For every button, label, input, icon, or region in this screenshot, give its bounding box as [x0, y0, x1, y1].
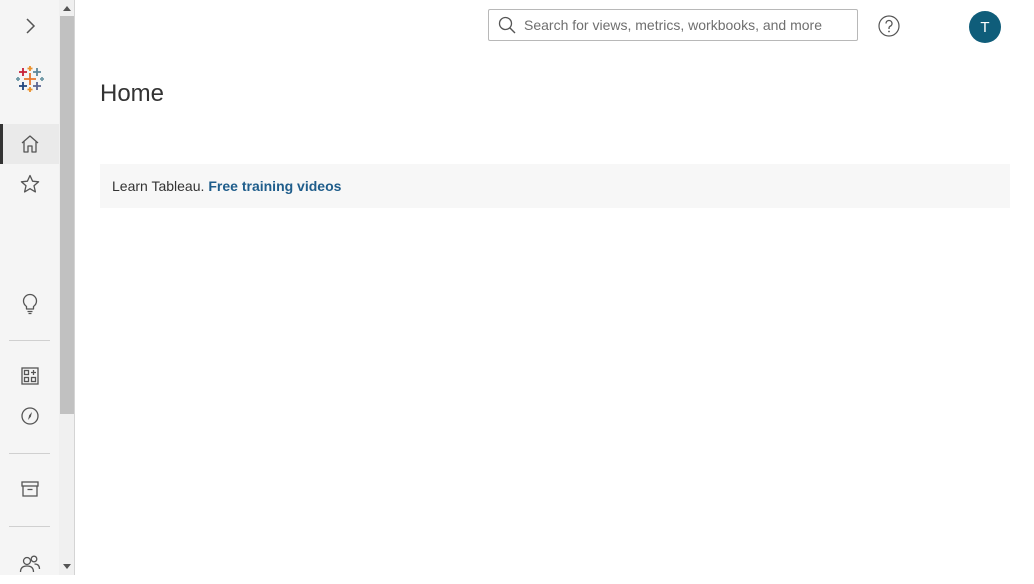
expand-sidebar-button[interactable] [0, 6, 59, 46]
archive-box-icon [20, 481, 39, 497]
sidebar-item-external-assets[interactable] [0, 469, 59, 509]
triangle-down-icon [62, 564, 71, 569]
sidebar-item-users[interactable] [0, 544, 59, 584]
scroll-down-arrow[interactable] [59, 559, 74, 575]
tableau-logo-icon [15, 66, 44, 92]
users-icon [19, 555, 40, 573]
sidebar-divider [9, 340, 50, 341]
sidebar-scrollbar[interactable] [59, 0, 75, 575]
home-icon [21, 135, 38, 153]
compass-icon [20, 407, 39, 425]
user-avatar-button[interactable]: T [969, 11, 1001, 43]
search-input[interactable] [522, 16, 846, 34]
scroll-thumb[interactable] [60, 16, 74, 414]
sidebar-divider [9, 453, 50, 454]
main-content: T Home Learn Tableau. Free training vide… [76, 0, 1034, 575]
tableau-logo[interactable] [0, 59, 59, 99]
search-box[interactable] [488, 9, 858, 41]
sidebar-item-explore[interactable] [0, 396, 59, 436]
sidebar-item-recommendations[interactable] [0, 284, 59, 324]
collections-icon [20, 367, 39, 385]
left-navigation [0, 0, 59, 575]
banner-text: Learn Tableau. [112, 178, 205, 194]
free-training-videos-link[interactable]: Free training videos [208, 178, 341, 194]
scroll-up-arrow[interactable] [59, 0, 74, 16]
chevron-right-icon [25, 18, 35, 34]
lightbulb-icon [22, 293, 37, 315]
sidebar-item-home[interactable] [0, 124, 59, 164]
learn-banner: Learn Tableau. Free training videos [100, 164, 1010, 208]
star-icon [20, 174, 39, 193]
sidebar-divider [9, 526, 50, 527]
sidebar-item-favorites[interactable] [0, 164, 59, 204]
sidebar-item-collections[interactable] [0, 356, 59, 396]
search-icon [498, 16, 516, 34]
help-icon [878, 15, 900, 37]
triangle-up-icon [62, 6, 71, 11]
page-title: Home [100, 80, 165, 107]
help-button[interactable] [878, 15, 900, 37]
avatar-initial: T [980, 18, 990, 36]
